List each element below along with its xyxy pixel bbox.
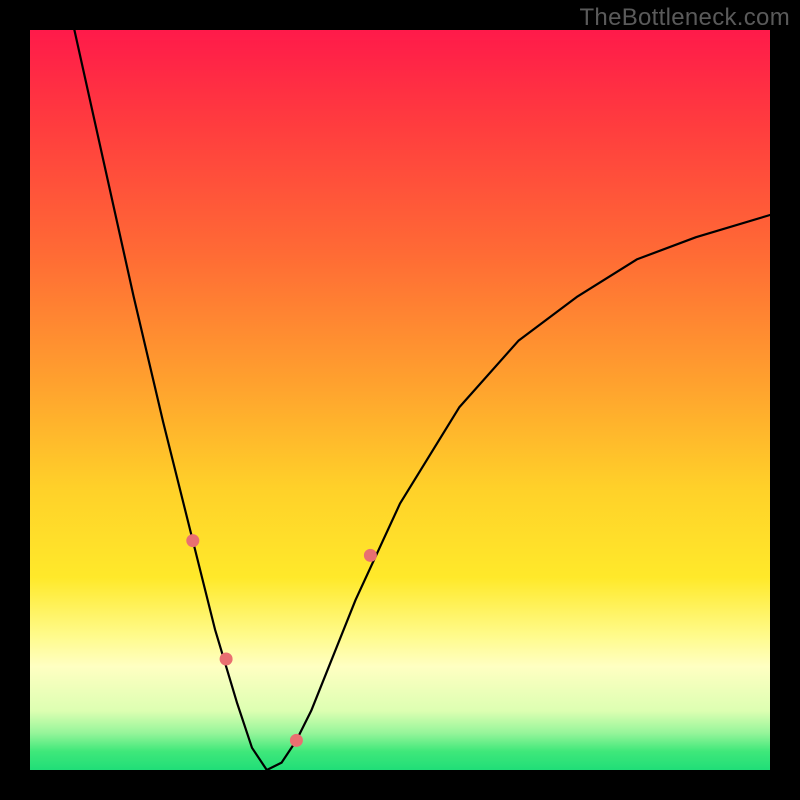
bottleneck-curve <box>74 30 770 770</box>
marker-pill <box>204 578 215 622</box>
marker-dot <box>364 549 377 562</box>
plot-frame <box>30 30 770 770</box>
chart-container: TheBottleneck.com <box>0 0 800 800</box>
chart-overlay-svg <box>30 30 770 770</box>
marker-group <box>186 534 377 770</box>
watermark-text: TheBottleneck.com <box>579 4 790 32</box>
marker-dot <box>186 534 199 547</box>
marker-dot <box>220 653 233 666</box>
marker-dot <box>290 734 303 747</box>
